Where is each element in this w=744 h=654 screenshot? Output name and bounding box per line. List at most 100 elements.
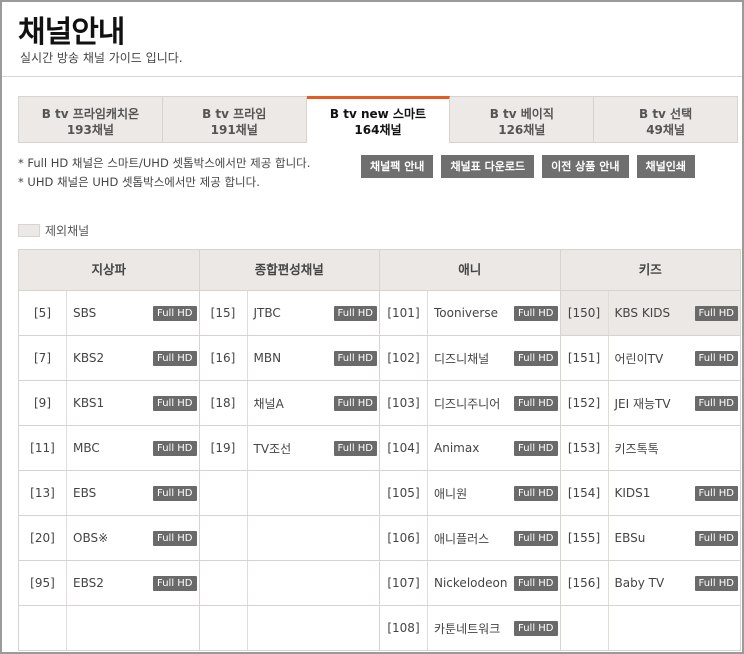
channel-name-text: KBS2 bbox=[73, 351, 105, 365]
channel-cell: [15] JTBC Full HD bbox=[199, 291, 380, 336]
empty-cell bbox=[199, 471, 380, 516]
empty-cell bbox=[199, 561, 380, 606]
channel-cell: [103] 디즈니주니어 Full HD bbox=[380, 381, 561, 426]
channel-cell: [7] KBS2 Full HD bbox=[19, 336, 200, 381]
channel-name: EBS2 Full HD bbox=[67, 561, 199, 605]
channel-name-text: EBSu bbox=[614, 531, 646, 545]
channel-name-text: 카툰네트워크 bbox=[434, 621, 501, 636]
tab-prime[interactable]: B tv 프라임 191채널 bbox=[162, 96, 307, 143]
channel-cell: [11] MBC Full HD bbox=[19, 426, 200, 471]
channel-name: MBC Full HD bbox=[67, 426, 199, 470]
channel-name: JTBC Full HD bbox=[248, 291, 380, 335]
fullhd-badge: Full HD bbox=[333, 306, 377, 321]
tab-label: B tv 프라임 bbox=[202, 107, 267, 121]
fullhd-badge: Full HD bbox=[153, 351, 197, 366]
channel-cell: [107] Nickelodeon Full HD bbox=[380, 561, 561, 606]
channel-number: [101] bbox=[380, 291, 428, 335]
empty-cell bbox=[560, 606, 741, 651]
channel-name-text: MBN bbox=[253, 351, 282, 365]
fullhd-badge: Full HD bbox=[694, 486, 738, 501]
channel-cell: [9] KBS1 Full HD bbox=[19, 381, 200, 426]
title-divider bbox=[2, 76, 742, 77]
channel-name: SBS Full HD bbox=[67, 291, 199, 335]
legend: 제외채널 bbox=[18, 222, 89, 239]
channel-name: JEI 재능TV Full HD bbox=[609, 381, 741, 425]
channel-name bbox=[248, 471, 380, 515]
channel-name bbox=[609, 606, 741, 650]
channel-number bbox=[200, 561, 248, 605]
channel-name: KBS2 Full HD bbox=[67, 336, 199, 380]
channel-number: [19] bbox=[200, 426, 248, 470]
channel-number: [9] bbox=[19, 381, 67, 425]
channel-cell: [95] EBS2 Full HD bbox=[19, 561, 200, 606]
table-row: [11] MBC Full HD [19] TV조선 Full HD [104] Animax… bbox=[19, 426, 741, 471]
tab-prime-catchon[interactable]: B tv 프라임캐치온 193채널 bbox=[18, 96, 163, 143]
channel-name: Tooniverse Full HD bbox=[428, 291, 560, 335]
channel-grid: 지상파 종합편성채널 애니 키즈 [5] SBS Full HD [15] JTBC Full H… bbox=[18, 249, 741, 651]
fullhd-badge: Full HD bbox=[153, 576, 197, 591]
tab-select[interactable]: B tv 선택 49채널 bbox=[594, 96, 738, 143]
channel-name bbox=[248, 606, 380, 650]
channel-number: [107] bbox=[380, 561, 428, 605]
channel-list-download-button[interactable]: 채널표 다운로드 bbox=[441, 155, 535, 178]
tab-count: 193채널 bbox=[66, 123, 114, 137]
channel-name-text: 디즈니주니어 bbox=[434, 396, 501, 411]
tab-basic[interactable]: B tv 베이직 126채널 bbox=[450, 96, 595, 143]
fullhd-badge: Full HD bbox=[333, 351, 377, 366]
channel-cell: [156] Baby TV Full HD bbox=[560, 561, 741, 606]
table-row: [5] SBS Full HD [15] JTBC Full HD [101] Toonive… bbox=[19, 291, 741, 336]
channel-pack-guide-button[interactable]: 채널팩 안내 bbox=[361, 155, 434, 178]
channel-name-text: Baby TV bbox=[614, 576, 665, 590]
tab-new-smart[interactable]: B tv new 스마트 164채널 bbox=[306, 96, 451, 143]
channel-name: 어린이TV Full HD bbox=[609, 336, 741, 380]
channel-cell: [102] 디즈니채널 Full HD bbox=[380, 336, 561, 381]
channel-number: [15] bbox=[200, 291, 248, 335]
channel-name: 채널A Full HD bbox=[248, 381, 380, 425]
category-header: 종합편성채널 bbox=[199, 250, 380, 291]
channel-name-text: 애니원 bbox=[434, 486, 468, 501]
channel-name: 카툰네트워크 Full HD bbox=[428, 606, 560, 650]
channel-name: 애니플러스 Full HD bbox=[428, 516, 560, 560]
channel-name-text: JTBC bbox=[253, 306, 281, 320]
channel-number: [102] bbox=[380, 336, 428, 380]
fullhd-badge: Full HD bbox=[153, 306, 197, 321]
previous-product-button[interactable]: 이전 상품 안내 bbox=[542, 155, 629, 178]
channel-name bbox=[67, 606, 199, 650]
channel-name-text: 키즈톡톡 bbox=[614, 441, 659, 456]
channel-print-button[interactable]: 채널인쇄 bbox=[636, 155, 695, 178]
table-row: [20] OBS※ Full HD [106] 애니플러스 Full HD [155] EBS… bbox=[19, 516, 741, 561]
fullhd-badge: Full HD bbox=[153, 396, 197, 411]
fullhd-badge: Full HD bbox=[153, 441, 197, 456]
channel-cell: [150] KBS KIDS Full HD bbox=[560, 291, 741, 336]
channel-number: [16] bbox=[200, 336, 248, 380]
table-row: [9] KBS1 Full HD [18] 채널A Full HD [103] 디즈니주니어 F… bbox=[19, 381, 741, 426]
tab-count: 164채널 bbox=[354, 123, 402, 137]
channel-name: EBSu Full HD bbox=[609, 516, 741, 560]
channel-name-text: JEI 재능TV bbox=[614, 396, 671, 411]
channel-number: [108] bbox=[380, 606, 428, 650]
channel-number: [95] bbox=[19, 561, 67, 605]
channel-cell: [104] Animax Full HD bbox=[380, 426, 561, 471]
fullhd-badge: Full HD bbox=[694, 351, 738, 366]
fullhd-badge: Full HD bbox=[694, 306, 738, 321]
table-row: [108] 카툰네트워크 Full HD bbox=[19, 606, 741, 651]
tab-count: 191채널 bbox=[210, 123, 258, 137]
channel-name: 디즈니주니어 Full HD bbox=[428, 381, 560, 425]
channel-name: KIDS1 Full HD bbox=[609, 471, 741, 515]
channel-cell: [154] KIDS1 Full HD bbox=[560, 471, 741, 516]
channel-number: [13] bbox=[19, 471, 67, 515]
tab-count: 49채널 bbox=[646, 123, 685, 137]
channel-name: OBS※ Full HD bbox=[67, 516, 199, 560]
channel-name-text: 어린이TV bbox=[614, 351, 664, 366]
channel-name: 애니원 Full HD bbox=[428, 471, 560, 515]
page-title: 채널안내 bbox=[18, 15, 125, 50]
channel-cell: [106] 애니플러스 Full HD bbox=[380, 516, 561, 561]
channel-name-text: EBS bbox=[73, 486, 97, 500]
channel-name-text: 채널A bbox=[253, 396, 284, 411]
channel-number bbox=[200, 516, 248, 560]
channel-cell: [101] Tooniverse Full HD bbox=[380, 291, 561, 336]
channel-name-text: KIDS1 bbox=[614, 486, 651, 500]
channel-number: [152] bbox=[561, 381, 609, 425]
channel-number: [153] bbox=[561, 426, 609, 470]
fullhd-badge: Full HD bbox=[694, 396, 738, 411]
